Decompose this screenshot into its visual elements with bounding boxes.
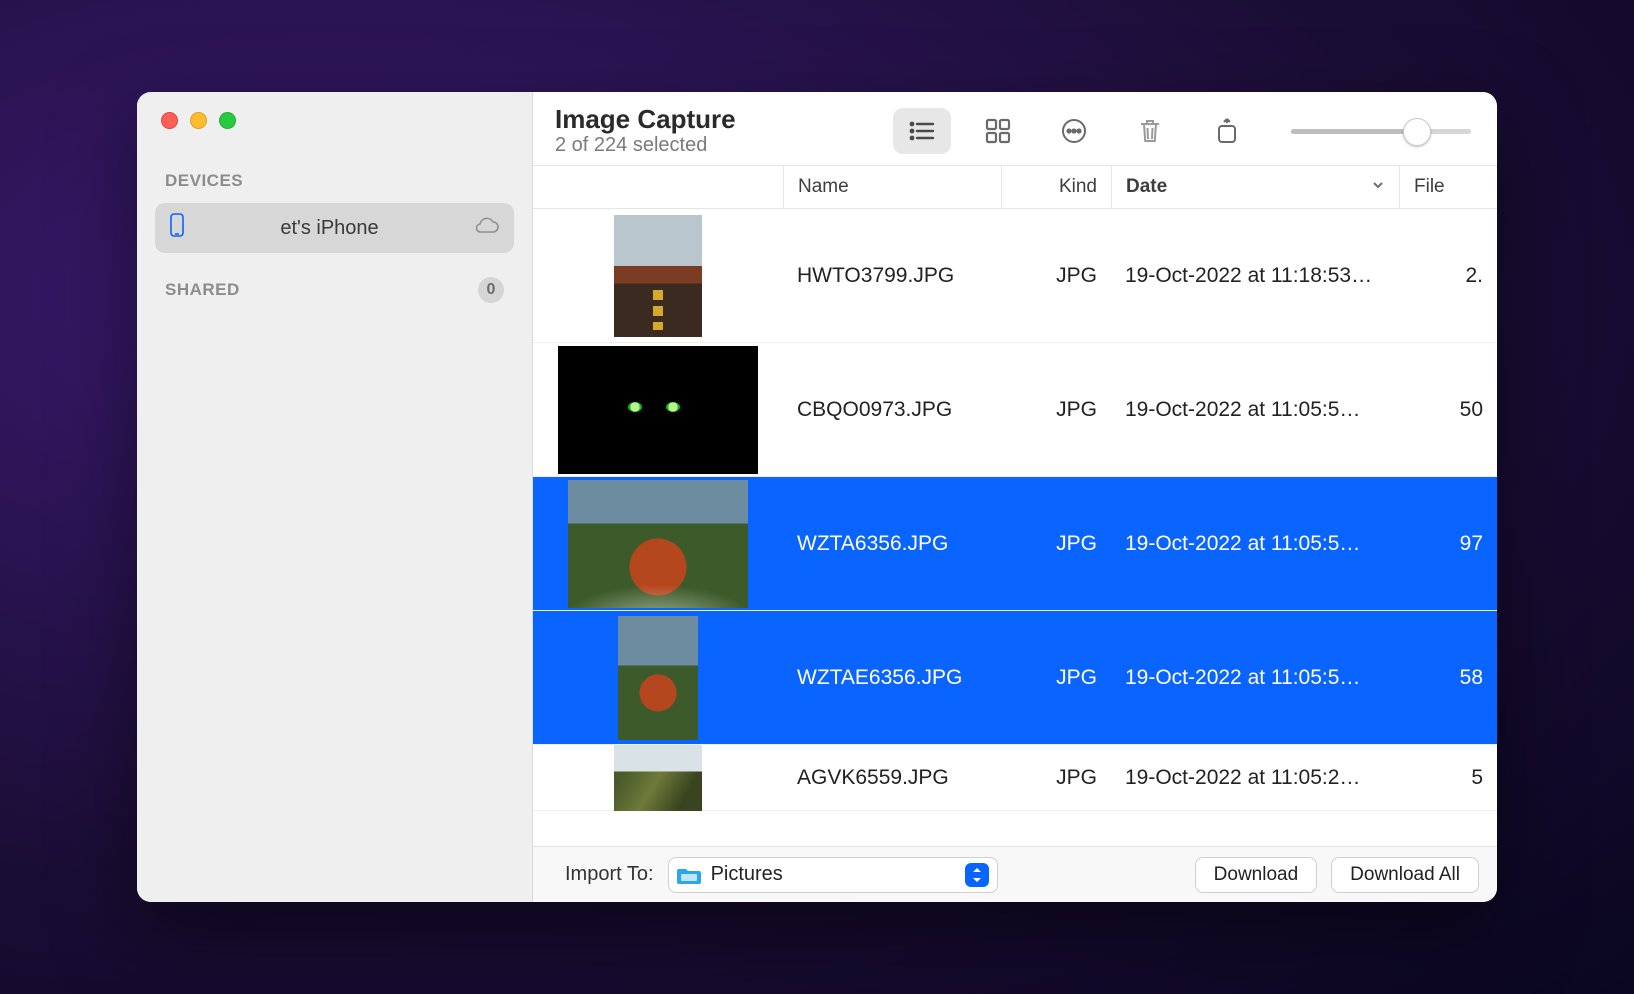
table-header: Name Kind Date File	[533, 165, 1497, 209]
delete-button[interactable]	[1121, 108, 1179, 154]
sidebar-heading-shared-row: SHARED 0	[155, 277, 514, 303]
select-updown-icon	[965, 863, 989, 887]
file-kind: JPG	[1001, 477, 1111, 610]
file-date: 19-Oct-2022 at 11:18:53…	[1111, 209, 1399, 342]
file-size: 2.	[1399, 209, 1497, 342]
thumbnail	[533, 745, 783, 810]
file-date: 19-Oct-2022 at 11:05:2…	[1111, 745, 1399, 810]
download-button[interactable]: Download	[1195, 857, 1318, 893]
table-row[interactable]: CBQO0973.JPGJPG19-Oct-2022 at 11:05:5…50	[533, 343, 1497, 477]
column-thumbnail[interactable]	[533, 166, 783, 208]
column-date-label: Date	[1126, 176, 1167, 198]
import-destination-value: Pictures	[711, 863, 955, 886]
file-name: HWTO3799.JPG	[783, 209, 1001, 342]
file-kind: JPG	[1001, 611, 1111, 744]
thumbnail	[533, 611, 783, 744]
cloud-icon	[474, 216, 500, 240]
bottom-bar: Import To: Pictures Download Download Al…	[533, 846, 1497, 902]
column-file-size[interactable]: File	[1399, 166, 1497, 208]
close-window-button[interactable]	[161, 112, 178, 129]
file-kind: JPG	[1001, 209, 1111, 342]
column-kind[interactable]: Kind	[1001, 166, 1111, 208]
file-size: 5	[1399, 745, 1497, 810]
table-row[interactable]: AGVK6559.JPGJPG19-Oct-2022 at 11:05:2…5	[533, 745, 1497, 811]
file-date: 19-Oct-2022 at 11:05:5…	[1111, 477, 1399, 610]
table-row[interactable]: WZTAE6356.JPGJPG19-Oct-2022 at 11:05:5…5…	[533, 611, 1497, 745]
fullscreen-window-button[interactable]	[219, 112, 236, 129]
view-grid-button[interactable]	[969, 108, 1027, 154]
file-date: 19-Oct-2022 at 11:05:5…	[1111, 611, 1399, 744]
rotate-button[interactable]	[1197, 108, 1255, 154]
file-name: WZTA6356.JPG	[783, 477, 1001, 610]
file-size: 50	[1399, 343, 1497, 476]
app-title: Image Capture	[555, 104, 736, 135]
file-name: WZTAE6356.JPG	[783, 611, 1001, 744]
shared-count-badge: 0	[478, 277, 504, 303]
table-row[interactable]: WZTA6356.JPGJPG19-Oct-2022 at 11:05:5…97	[533, 477, 1497, 611]
title-block: Image Capture 2 of 224 selected	[555, 104, 736, 157]
file-name: CBQO0973.JPG	[783, 343, 1001, 476]
main-pane: Image Capture 2 of 224 selected	[533, 92, 1497, 902]
file-name: AGVK6559.JPG	[783, 745, 1001, 810]
download-all-button[interactable]: Download All	[1331, 857, 1479, 893]
sidebar-device-item[interactable]: et's iPhone	[155, 203, 514, 253]
sidebar-heading-shared: SHARED	[165, 280, 240, 300]
file-size: 58	[1399, 611, 1497, 744]
sidebar-device-label: et's iPhone	[199, 217, 460, 240]
import-destination-select[interactable]: Pictures	[668, 857, 998, 893]
file-kind: JPG	[1001, 745, 1111, 810]
column-date[interactable]: Date	[1111, 166, 1399, 208]
selection-subtitle: 2 of 224 selected	[555, 134, 736, 157]
file-date: 19-Oct-2022 at 11:05:5…	[1111, 343, 1399, 476]
sidebar-heading-devices: DEVICES	[165, 171, 504, 191]
table-body: HWTO3799.JPGJPG19-Oct-2022 at 11:18:53…2…	[533, 209, 1497, 902]
toolbar: Image Capture 2 of 224 selected	[533, 92, 1497, 165]
thumbnail	[533, 343, 783, 476]
window-traffic-lights	[161, 112, 514, 129]
more-options-button[interactable]	[1045, 108, 1103, 154]
file-size: 97	[1399, 477, 1497, 610]
image-capture-window: DEVICES et's iPhone SHARED 0 Image Captu…	[137, 92, 1497, 902]
sidebar: DEVICES et's iPhone SHARED 0	[137, 92, 533, 902]
phone-icon	[169, 213, 185, 243]
column-name[interactable]: Name	[783, 166, 1001, 208]
minimize-window-button[interactable]	[190, 112, 207, 129]
thumbnail-zoom-slider[interactable]	[1291, 117, 1471, 145]
thumbnail	[533, 477, 783, 610]
table-row[interactable]: HWTO3799.JPGJPG19-Oct-2022 at 11:18:53…2…	[533, 209, 1497, 343]
view-list-button[interactable]	[893, 108, 951, 154]
thumbnail	[533, 209, 783, 342]
file-kind: JPG	[1001, 343, 1111, 476]
folder-icon	[677, 865, 701, 885]
import-to-label: Import To:	[565, 863, 654, 886]
chevron-down-icon	[1371, 176, 1385, 198]
